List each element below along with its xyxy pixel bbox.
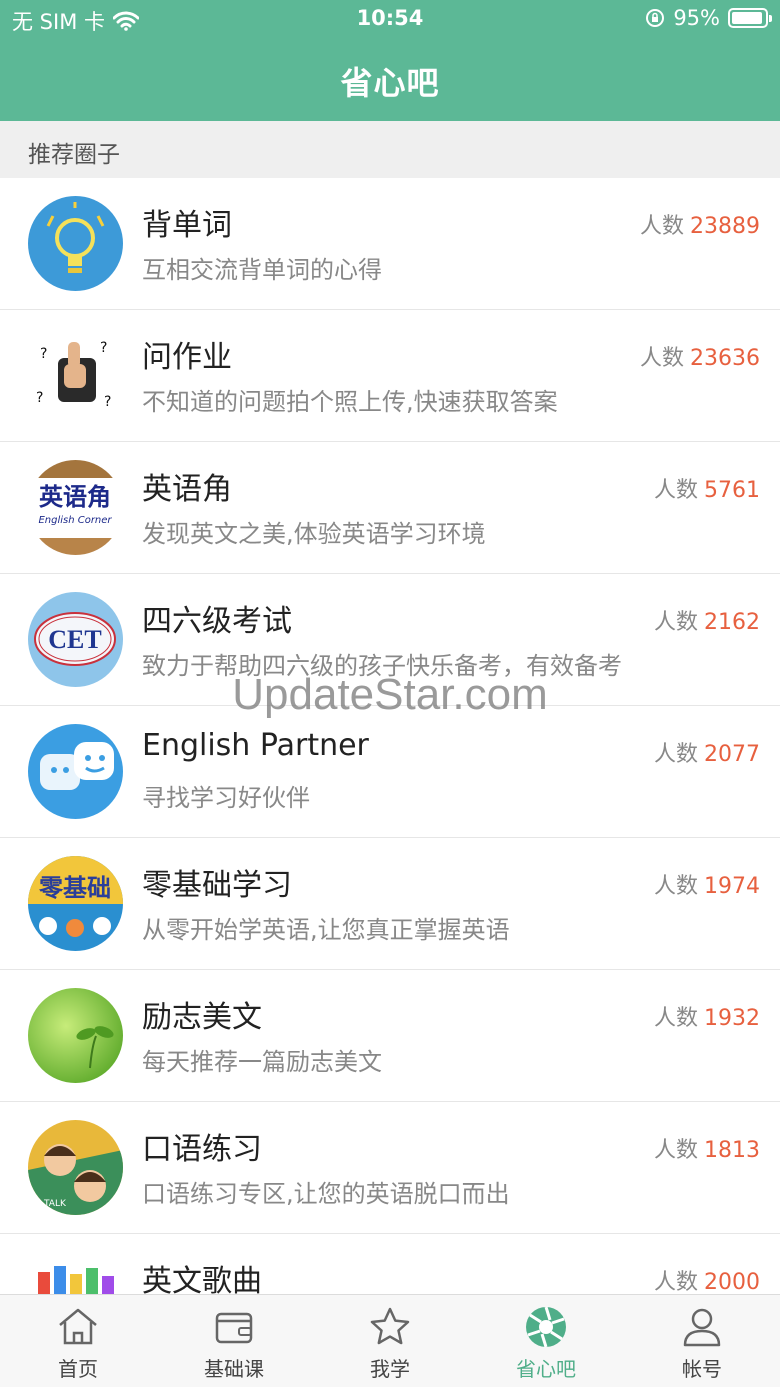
avatar-subtitle: English Corner xyxy=(38,515,112,526)
avatar-title: 英语角 xyxy=(39,483,111,511)
member-count-label: 人数 xyxy=(653,874,698,899)
svg-text:?: ? xyxy=(36,390,43,406)
member-count-label: 人数 xyxy=(639,214,684,239)
music-avatar xyxy=(28,1252,123,1294)
tab-my-learning[interactable]: 我学 xyxy=(312,1295,468,1387)
member-count-value: 2000 xyxy=(704,1270,760,1294)
member-count-label: 人数 xyxy=(653,1006,698,1031)
group-name: 励志美文 xyxy=(142,1000,262,1035)
member-count: 人数 1932 xyxy=(654,1000,760,1032)
english-corner-avatar: 英语角 English Corner xyxy=(28,460,123,555)
member-count: 人数 23636 xyxy=(640,340,760,372)
tab-label: 我学 xyxy=(370,1357,410,1381)
zero-basics-avatar: 零基础 xyxy=(28,856,123,951)
member-count: 人数 2162 xyxy=(654,604,760,636)
battery-icon xyxy=(728,8,772,28)
star-icon xyxy=(370,1307,410,1345)
group-row[interactable]: ? ? ? ? 问作业 不知道的问题拍个照上传,快速获取答案 人数 23636 xyxy=(0,310,780,442)
avatar-title: 零基础 xyxy=(38,874,111,902)
tab-bar: 首页 基础课 我学 省心吧 帐号 xyxy=(0,1294,780,1387)
top-bar: 无 SIM 卡 10:54 95% 省心吧 xyxy=(0,0,780,121)
group-row[interactable]: TALK 口语练习 口语练习专区,让您的英语脱口而出 人数 1813 xyxy=(0,1102,780,1234)
tab-label: 基础课 xyxy=(204,1357,264,1381)
group-name: 问作业 xyxy=(142,340,232,375)
member-count: 人数 5761 xyxy=(654,472,760,504)
member-count-label: 人数 xyxy=(653,1270,698,1294)
member-count-value: 1974 xyxy=(704,874,760,899)
member-count: 人数 23889 xyxy=(640,208,760,240)
tab-home[interactable]: 首页 xyxy=(0,1295,156,1387)
group-name: 英语角 xyxy=(142,472,232,507)
member-count-value: 23636 xyxy=(690,346,760,371)
thumbs-up-avatar: ? ? ? ? xyxy=(28,328,123,423)
lightbulb-avatar xyxy=(28,196,123,291)
group-name: 零基础学习 xyxy=(142,868,292,903)
svg-text:?: ? xyxy=(40,346,47,362)
member-count: 人数 1813 xyxy=(654,1132,760,1164)
tab-label: 首页 xyxy=(58,1357,98,1381)
group-name: 背单词 xyxy=(142,208,232,243)
section-title: 推荐圈子 xyxy=(28,142,120,168)
group-description: 每天推荐一篇励志美文 xyxy=(142,1048,382,1076)
watermark: UpdateStar.com xyxy=(232,670,548,719)
speaking-avatar: TALK xyxy=(28,1120,123,1215)
tab-community[interactable]: 省心吧 xyxy=(468,1295,624,1387)
member-count-label: 人数 xyxy=(639,346,684,371)
group-row[interactable]: 背单词 互相交流背单词的心得 人数 23889 xyxy=(0,178,780,310)
group-row[interactable]: 英语角 English Corner 英语角 发现英文之美,体验英语学习环境 人… xyxy=(0,442,780,574)
page-title: 省心吧 xyxy=(340,64,440,102)
svg-text:?: ? xyxy=(104,394,111,410)
group-row[interactable]: English Partner 寻找学习好伙伴 人数 2077 xyxy=(0,706,780,838)
avatar-title: CET xyxy=(48,625,101,654)
group-description: 口语练习专区,让您的英语脱口而出 xyxy=(142,1180,510,1208)
group-name: English Partner xyxy=(142,728,369,763)
tab-basic-course[interactable]: 基础课 xyxy=(156,1295,312,1387)
group-list: 背单词 互相交流背单词的心得 人数 23889 ? ? ? ? 问作业 不知道的问… xyxy=(0,178,780,1294)
sprout-avatar xyxy=(28,988,123,1083)
svg-text:?: ? xyxy=(100,340,107,356)
home-icon xyxy=(59,1308,97,1345)
group-name: 英文歌曲 xyxy=(142,1264,262,1294)
member-count-label: 人数 xyxy=(653,610,698,635)
member-count-value: 5761 xyxy=(704,478,760,503)
group-name: 口语练习 xyxy=(142,1132,262,1167)
avatar-caption: TALK xyxy=(43,1199,67,1209)
member-count: 人数 2077 xyxy=(654,736,760,768)
group-row[interactable]: 英文歌曲 人数 2000 xyxy=(0,1234,780,1294)
aperture-icon xyxy=(526,1306,566,1348)
member-count-value: 1813 xyxy=(704,1138,760,1163)
member-count-value: 2162 xyxy=(704,610,760,635)
member-count-value: 2077 xyxy=(704,742,760,767)
tab-label: 省心吧 xyxy=(516,1357,576,1381)
member-count: 人数 2000 xyxy=(654,1264,760,1294)
member-count-label: 人数 xyxy=(653,742,698,767)
member-count-label: 人数 xyxy=(653,1138,698,1163)
orientation-lock-icon xyxy=(646,9,665,27)
person-icon xyxy=(683,1308,721,1347)
group-description: 不知道的问题拍个照上传,快速获取答案 xyxy=(142,388,558,416)
member-count-label: 人数 xyxy=(653,478,698,503)
status-bar: 无 SIM 卡 10:54 95% xyxy=(0,0,780,40)
tab-label: 帐号 xyxy=(682,1357,722,1381)
group-row[interactable]: 励志美文 每天推荐一篇励志美文 人数 1932 xyxy=(0,970,780,1102)
wallet-icon xyxy=(215,1312,253,1344)
group-description: 从零开始学英语,让您真正掌握英语 xyxy=(142,916,510,944)
chat-bubbles-avatar xyxy=(28,724,123,819)
member-count: 人数 1974 xyxy=(654,868,760,900)
member-count-value: 1932 xyxy=(704,1006,760,1031)
group-name: 四六级考试 xyxy=(142,604,292,639)
group-row[interactable]: 零基础 零基础学习 从零开始学英语,让您真正掌握英语 人数 1974 xyxy=(0,838,780,970)
group-description: 寻找学习好伙伴 xyxy=(142,784,310,812)
section-header: 推荐圈子 xyxy=(0,121,780,178)
group-description: 发现英文之美,体验英语学习环境 xyxy=(142,520,486,548)
member-count-value: 23889 xyxy=(690,214,760,239)
tab-account[interactable]: 帐号 xyxy=(624,1295,780,1387)
battery-percent: 95% xyxy=(673,6,720,30)
group-description: 互相交流背单词的心得 xyxy=(142,256,382,284)
